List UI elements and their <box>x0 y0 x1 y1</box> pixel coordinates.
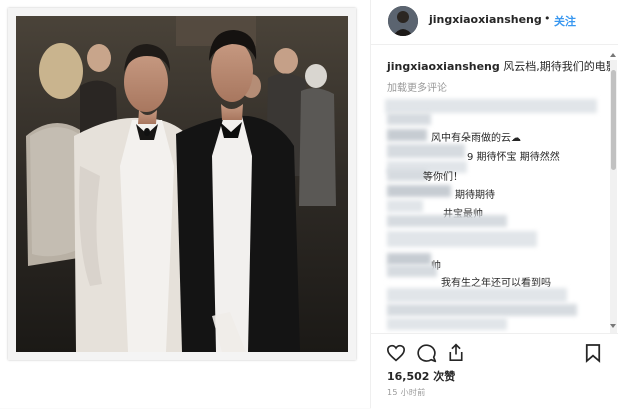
load-more-comments[interactable]: 加载更多评论 <box>387 79 447 94</box>
heart-icon[interactable] <box>386 344 406 366</box>
blurred-comment <box>387 215 507 227</box>
caption-username[interactable]: jingxiaoxiansheng <box>387 60 500 73</box>
blurred-comment <box>387 169 427 181</box>
comment-text: 期待期待 <box>455 190 495 201</box>
comments-scrollbar[interactable] <box>610 60 617 334</box>
caption-text: 风云档,期待我们的电影 <box>503 60 617 73</box>
avatar[interactable] <box>388 6 418 36</box>
share-icon[interactable] <box>447 342 465 366</box>
comment-text: 等你们！ <box>423 172 463 183</box>
comment-text: 我有生之年还可以看到吗 <box>441 278 551 289</box>
comment-icon[interactable] <box>417 343 437 367</box>
instagram-post: jingxiaoxiansheng • 关注 jingxiaoxiansheng… <box>0 0 618 409</box>
scroll-down-arrow[interactable] <box>610 324 616 328</box>
post-sidebar: jingxiaoxiansheng • 关注 jingxiaoxiansheng… <box>371 0 618 409</box>
header-username[interactable]: jingxiaoxiansheng <box>429 13 542 26</box>
blurred-username <box>387 253 431 265</box>
like-count[interactable]: 16,502 次赞 <box>387 368 455 384</box>
blurred-comment <box>387 231 537 247</box>
post-photo[interactable] <box>16 16 348 352</box>
polaroid-frame <box>8 8 356 360</box>
blurred-comment <box>385 99 597 113</box>
post-actions: 16,502 次赞 15 小时前 <box>371 333 618 409</box>
blurred-comment <box>387 200 423 212</box>
blurred-comment <box>387 265 437 277</box>
comments-section: jingxiaoxiansheng 风云档,期待我们的电影 加载更多评论 风中有… <box>371 45 618 333</box>
comment-text: 9 期待怀宝 期待然然 <box>467 152 560 163</box>
blurred-comment <box>387 318 507 330</box>
follow-button[interactable]: 关注 <box>554 13 576 29</box>
caption: jingxiaoxiansheng 风云档,期待我们的电影 <box>387 58 617 74</box>
bookmark-icon[interactable] <box>585 343 601 367</box>
blurred-comment <box>387 288 567 302</box>
blurred-comment <box>387 113 431 125</box>
blurred-username <box>387 185 451 197</box>
separator-dot: • <box>544 12 551 25</box>
post-timestamp: 15 小时前 <box>387 388 426 397</box>
post-header: jingxiaoxiansheng • 关注 <box>371 0 618 45</box>
blurred-comment <box>387 144 465 158</box>
blurred-username <box>387 129 427 141</box>
blurred-comment <box>387 304 577 316</box>
comment-text: 风中有朵雨做的云☁ <box>431 133 521 144</box>
scroll-up-arrow[interactable] <box>610 53 616 57</box>
photo-pane <box>0 0 371 408</box>
scrollbar-thumb[interactable] <box>611 70 616 170</box>
